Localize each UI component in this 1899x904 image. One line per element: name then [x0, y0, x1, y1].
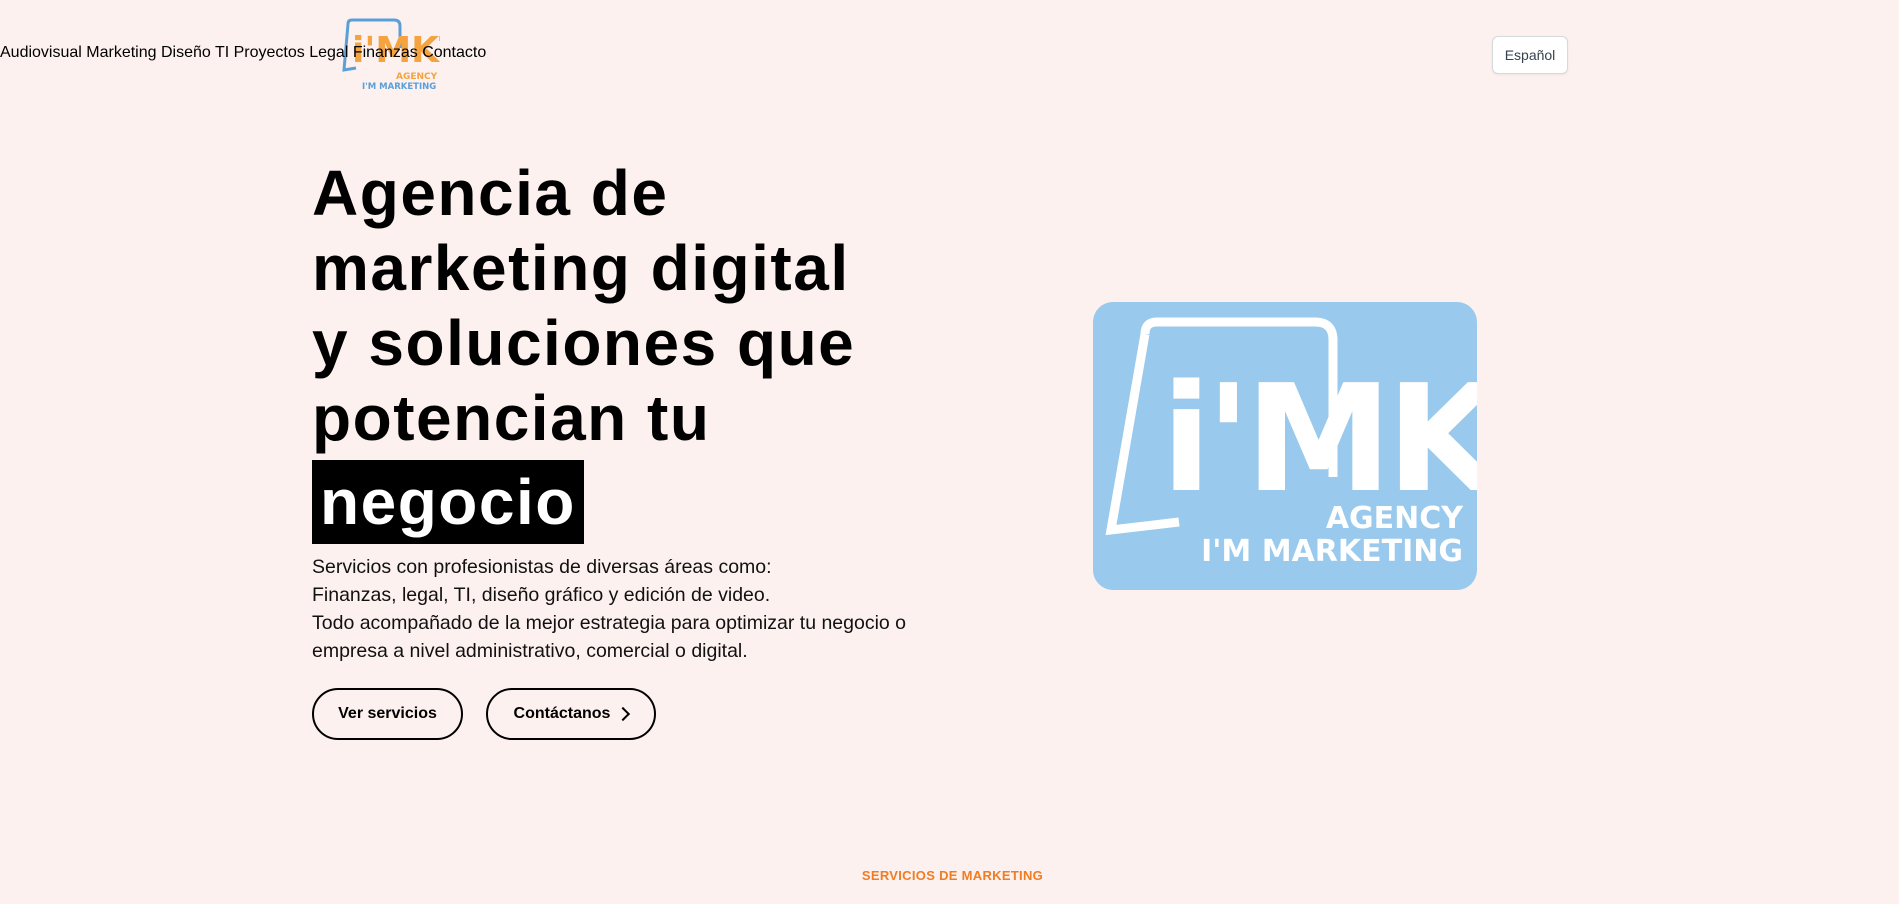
hero-logo-mark: i'MKT	[1161, 353, 1477, 525]
page: i'MKT AGENCY I'M MARKETING Audiovisual M…	[0, 0, 1899, 904]
nav-item-ti[interactable]: TI	[215, 44, 229, 61]
contact-us-label: Contáctanos	[513, 705, 611, 722]
hero-logo-agency: AGENCY	[1326, 501, 1464, 536]
nav-item-finanzas[interactable]: Finanzas	[353, 44, 418, 61]
hero-description-line: empresa a nivel administrativo, comercia…	[312, 640, 748, 662]
hero-title: Agencia de marketing digital y solucione…	[312, 156, 952, 544]
nav-item-legal[interactable]: Legal	[309, 44, 348, 61]
hero-description-line: Finanzas, legal, TI, diseño gráfico y ed…	[312, 584, 771, 606]
hero-logo-graphic: i'MKT AGENCY I'M MARKETING	[1105, 317, 1602, 569]
hero-title-line: potencian tu	[312, 382, 711, 454]
hero-description-line: Todo acompañado de la mejor estrategia p…	[312, 612, 907, 634]
hero-title-line: y soluciones que	[312, 307, 856, 379]
hero-title-highlight: negocio	[312, 460, 584, 544]
hero-title-line: marketing digital	[312, 232, 850, 304]
nav-item-proyectos[interactable]: Proyectos	[234, 44, 305, 61]
hero-description: Servicios con profesionistas de diversas…	[312, 553, 952, 665]
nav-item-audiovisual[interactable]: Audiovisual	[0, 44, 82, 61]
section-eyebrow: SERVICIOS DE MARKETING	[861, 868, 1044, 883]
language-selector-button[interactable]: Español	[1492, 36, 1568, 74]
hero-title-line: Agencia de	[312, 157, 669, 229]
logo-agency: AGENCY	[396, 72, 438, 82]
nav-item-contacto[interactable]: Contacto	[422, 44, 486, 61]
main-nav: Audiovisual Marketing Diseño TI Proyecto…	[0, 44, 1899, 66]
nav-item-diseno[interactable]: Diseño	[161, 44, 211, 61]
nav-item-marketing[interactable]: Marketing	[86, 44, 156, 61]
hero-logo-image: i'MKT AGENCY I'M MARKETING	[1093, 302, 1602, 590]
logo-tagline: I'M MARKETING	[362, 82, 436, 92]
contact-us-button[interactable]: Contáctanos	[486, 688, 656, 740]
hero-description-line: Servicios con profesionistas de diversas…	[312, 556, 772, 578]
view-services-label: Ver servicios	[338, 705, 437, 722]
chevron-right-icon	[616, 706, 631, 722]
hero-logo-tagline: I'M MARKETING	[1201, 534, 1463, 569]
view-services-button[interactable]: Ver servicios	[312, 688, 463, 740]
